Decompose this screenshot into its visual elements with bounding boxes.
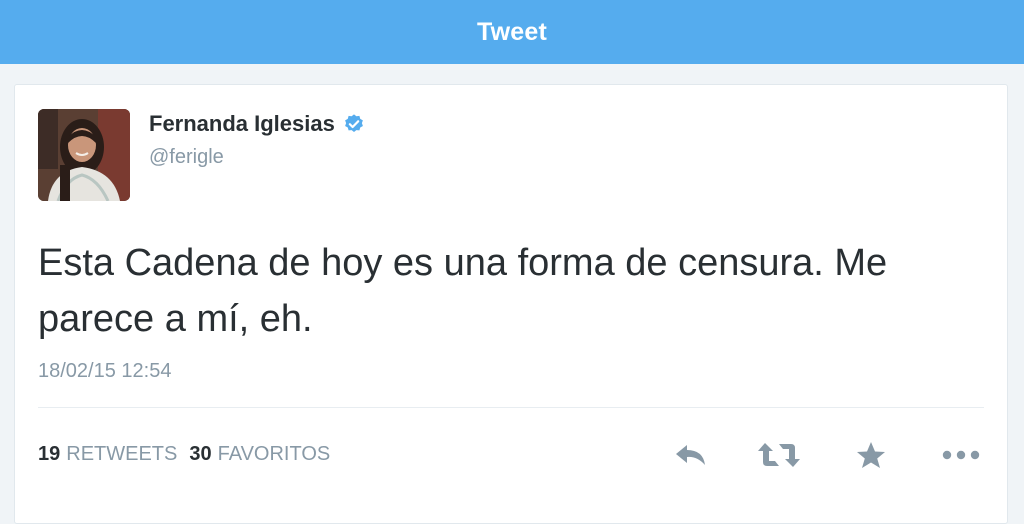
retweet-button[interactable] — [757, 437, 801, 473]
author-handle[interactable]: @ferigle — [149, 146, 224, 169]
retweet-icon — [758, 443, 800, 467]
tweet-card: Fernanda Iglesias @ferigle Esta Cadena d… — [14, 84, 1008, 524]
favorite-button[interactable] — [849, 437, 893, 473]
avatar[interactable] — [38, 109, 130, 201]
author-name-row[interactable]: Fernanda Iglesias — [149, 111, 365, 137]
author-display-name[interactable]: Fernanda Iglesias — [149, 111, 335, 137]
more-button[interactable] — [939, 437, 983, 473]
reply-button[interactable] — [669, 437, 713, 473]
more-icon — [942, 450, 980, 460]
avatar-image — [38, 109, 130, 201]
reply-icon — [676, 445, 705, 465]
tweet-text: Esta Cadena de hoy es una forma de censu… — [38, 242, 888, 340]
page-title: Tweet — [477, 17, 547, 46]
tweet-actions — [15, 437, 1009, 477]
divider — [38, 407, 984, 408]
tweet-timestamp[interactable]: 18/02/15 12:54 — [38, 360, 171, 383]
star-icon — [857, 442, 885, 468]
verified-badge-icon — [343, 113, 365, 135]
top-bar: Tweet — [0, 0, 1024, 64]
